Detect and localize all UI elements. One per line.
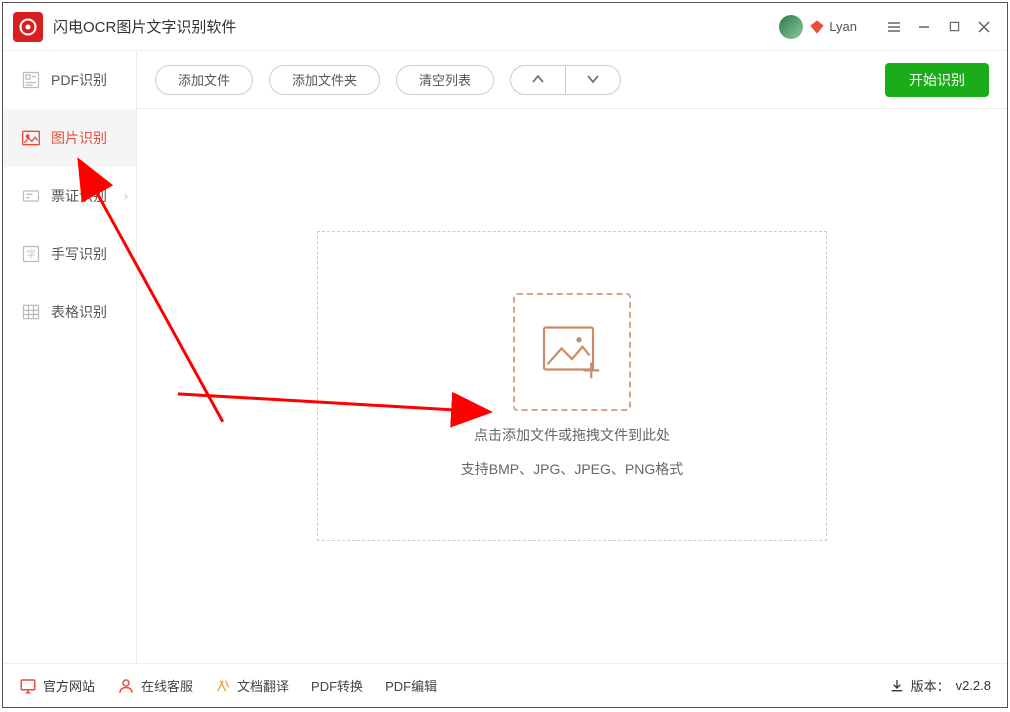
- image-icon: [21, 128, 41, 148]
- footer-translate[interactable]: 文档翻译: [215, 676, 289, 695]
- minimize-button[interactable]: [911, 14, 937, 40]
- close-button[interactable]: [971, 14, 997, 40]
- download-icon: [889, 678, 905, 694]
- ticket-icon: [21, 186, 41, 206]
- footer-official-site[interactable]: 官方网站: [19, 676, 95, 695]
- drop-text-1: 点击添加文件或拖拽文件到此处: [474, 425, 670, 445]
- sidebar-item-label: 手写识别: [51, 244, 107, 264]
- footer-label: 文档翻译: [237, 676, 289, 695]
- move-up-button[interactable]: [510, 65, 565, 95]
- sidebar-item-table[interactable]: 表格识别: [3, 283, 136, 341]
- start-recognition-button[interactable]: 开始识别: [885, 63, 989, 97]
- footer-pdf-edit[interactable]: PDF编辑: [385, 676, 437, 695]
- footer-label: PDF编辑: [385, 676, 437, 695]
- user-avatar[interactable]: [779, 15, 803, 39]
- add-file-button[interactable]: 添加文件: [155, 65, 253, 95]
- sidebar-item-pdf[interactable]: PDF识别: [3, 51, 136, 109]
- footer-label: PDF转换: [311, 676, 363, 695]
- sidebar-item-label: 图片识别: [51, 128, 107, 148]
- version-info: 版本：v2.2.8: [889, 676, 991, 695]
- sidebar-item-handwriting[interactable]: 字 手写识别: [3, 225, 136, 283]
- footer-customer-service[interactable]: 在线客服: [117, 676, 193, 695]
- maximize-button[interactable]: [941, 14, 967, 40]
- sidebar-item-image[interactable]: 图片识别: [3, 109, 136, 167]
- drop-zone-inner: [513, 293, 631, 411]
- drop-zone[interactable]: 点击添加文件或拖拽文件到此处 支持BMP、JPG、JPEG、PNG格式: [317, 231, 827, 541]
- username[interactable]: Lyan: [829, 19, 857, 34]
- app-logo: [13, 12, 43, 42]
- table-icon: [21, 302, 41, 322]
- handwriting-icon: 字: [21, 244, 41, 264]
- add-folder-button[interactable]: 添加文件夹: [269, 65, 380, 95]
- vip-icon: [809, 19, 825, 35]
- footer-pdf-convert[interactable]: PDF转换: [311, 676, 363, 695]
- chevron-right-icon: ›: [124, 189, 128, 203]
- svg-text:字: 字: [26, 248, 35, 259]
- sidebar-item-label: 表格识别: [51, 302, 107, 322]
- footer-label: 在线客服: [141, 676, 193, 695]
- clear-list-button[interactable]: 清空列表: [396, 65, 494, 95]
- sidebar-item-ticket[interactable]: 票证识别 ›: [3, 167, 136, 225]
- sidebar-item-label: 票证识别: [51, 186, 107, 206]
- pdf-icon: [21, 70, 41, 90]
- move-down-button[interactable]: [565, 65, 621, 95]
- menu-button[interactable]: [881, 14, 907, 40]
- footer-label: 官方网站: [43, 676, 95, 695]
- drop-text-2: 支持BMP、JPG、JPEG、PNG格式: [461, 459, 683, 479]
- sidebar-item-label: PDF识别: [51, 70, 107, 90]
- app-title: 闪电OCR图片文字识别软件: [53, 16, 236, 37]
